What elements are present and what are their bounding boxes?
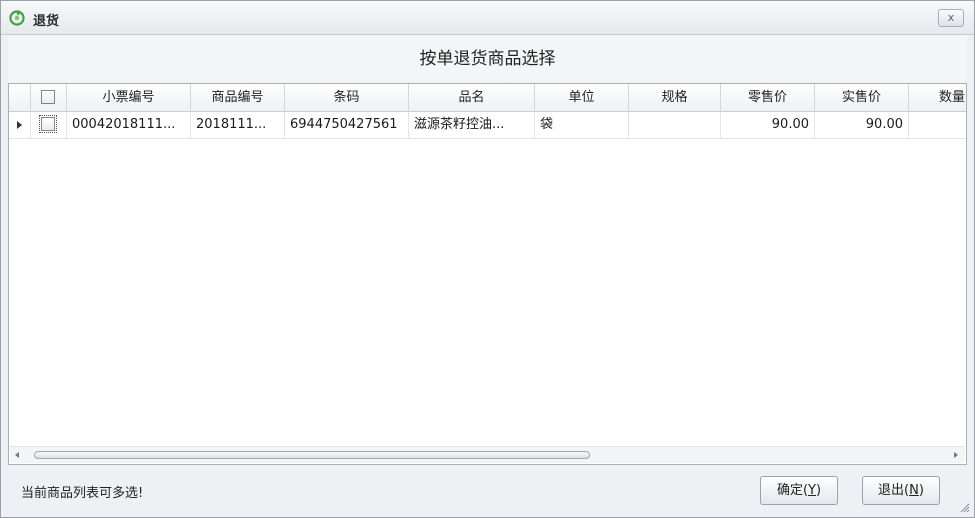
row-checkbox[interactable] [39, 115, 57, 133]
window-title: 退货 [33, 14, 60, 29]
exit-label: 退出( [878, 483, 910, 498]
row-indicator [9, 112, 31, 138]
recycle-icon [9, 10, 25, 26]
col-header-qty[interactable]: 数量 [909, 84, 966, 112]
horizontal-scrollbar[interactable] [10, 446, 965, 463]
select-all-checkbox[interactable] [41, 90, 55, 104]
header-select-all [31, 84, 67, 112]
col-header-ticket-no[interactable]: 小票编号 [67, 84, 191, 112]
confirm-hotkey: Y [808, 483, 816, 498]
chevron-right-icon[interactable] [954, 452, 958, 458]
status-text: 当前商品列表可多选! [21, 486, 144, 501]
close-icon: x [947, 11, 955, 24]
grid-header: 小票编号 商品编号 条码 品名 单位 规格 零售价 实售价 数量 [9, 84, 966, 112]
heading-area: 按单退货商品选择 [8, 36, 967, 82]
chevron-left-icon[interactable] [15, 452, 19, 458]
col-header-product-no[interactable]: 商品编号 [191, 84, 285, 112]
cell-actual-price[interactable]: 90.00 [815, 112, 909, 138]
col-header-spec[interactable]: 规格 [629, 84, 721, 112]
col-header-name[interactable]: 品名 [409, 84, 535, 112]
table-row[interactable]: 00042018111... 2018111... 6944750427561 … [9, 112, 966, 139]
col-header-unit[interactable]: 单位 [535, 84, 629, 112]
resize-grip-icon[interactable] [960, 503, 970, 513]
col-header-barcode[interactable]: 条码 [285, 84, 409, 112]
close-button[interactable]: x [938, 9, 964, 27]
row-select-cell [31, 112, 67, 138]
return-dialog: 退货 x 按单退货商品选择 小票编号 商品编号 条码 品名 单位 规格 零售价 … [0, 0, 975, 518]
exit-button[interactable]: 退出(N) [862, 476, 940, 505]
cell-retail-price[interactable]: 90.00 [721, 112, 815, 138]
product-grid[interactable]: 小票编号 商品编号 条码 品名 单位 规格 零售价 实售价 数量 0004201… [8, 83, 967, 465]
confirm-button[interactable]: 确定(Y) [760, 476, 838, 505]
cell-spec[interactable] [629, 112, 721, 138]
row-arrow-icon [17, 121, 22, 129]
title-bar[interactable]: 退货 x [1, 1, 974, 35]
exit-hotkey: N [909, 483, 919, 498]
col-header-retail-price[interactable]: 零售价 [721, 84, 815, 112]
confirm-label: 确定( [776, 483, 809, 498]
cell-name[interactable]: 滋源茶籽控油... [409, 112, 535, 138]
cell-qty[interactable] [909, 112, 966, 138]
page-title: 按单退货商品选择 [419, 49, 556, 69]
col-header-actual-price[interactable]: 实售价 [815, 84, 909, 112]
confirm-label-close: ) [815, 483, 822, 498]
header-indicator [9, 84, 31, 112]
scrollbar-thumb[interactable] [34, 451, 590, 459]
cell-barcode[interactable]: 6944750427561 [285, 112, 409, 138]
cell-unit[interactable]: 袋 [535, 112, 629, 138]
cell-ticket-no[interactable]: 00042018111... [67, 112, 191, 138]
exit-label-close: ) [918, 483, 924, 498]
cell-product-no[interactable]: 2018111... [191, 112, 285, 138]
